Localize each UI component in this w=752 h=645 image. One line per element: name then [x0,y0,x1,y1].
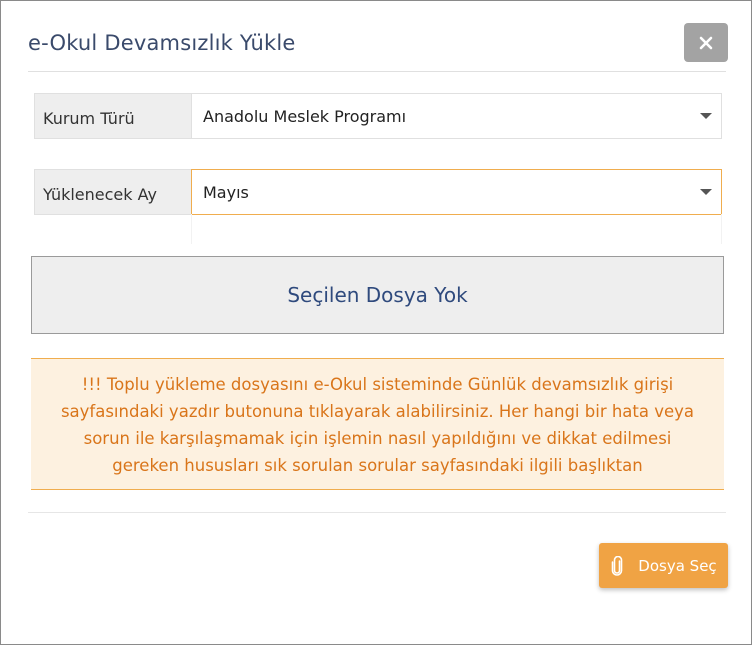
upload-month-row: Yüklenecek Ay Mayıs [34,169,722,215]
upload-dialog: e-Okul Devamsızlık Yükle Kurum Türü Anad… [0,0,752,645]
close-icon [699,36,713,49]
paperclip-icon [611,555,623,576]
file-status-text: Seçilen Dosya Yok [287,283,468,307]
select-dropdown-shadow [191,214,722,244]
chevron-down-icon [700,113,712,119]
chevron-down-icon [700,189,712,195]
institution-type-value: Anadolu Meslek Programı [203,106,407,126]
dialog-title: e-Okul Devamsızlık Yükle [28,31,296,55]
choose-file-button[interactable]: Dosya Seç [599,543,728,588]
footer-divider [28,512,726,513]
institution-type-row: Kurum Türü Anadolu Meslek Programı [34,93,722,139]
warning-text: !!! Toplu yükleme dosyasını e-Okul siste… [60,375,695,475]
choose-file-label: Dosya Seç [638,556,717,575]
upload-month-value: Mayıs [203,182,249,202]
selected-file-box[interactable]: Seçilen Dosya Yok [31,256,724,334]
warning-alert: !!! Toplu yükleme dosyasını e-Okul siste… [31,358,724,490]
upload-month-label: Yüklenecek Ay [34,169,191,215]
close-button[interactable] [684,23,728,62]
institution-type-label: Kurum Türü [34,93,191,139]
header-divider [28,71,726,72]
institution-type-select[interactable]: Anadolu Meslek Programı [191,93,722,139]
upload-month-select[interactable]: Mayıs [191,169,722,215]
